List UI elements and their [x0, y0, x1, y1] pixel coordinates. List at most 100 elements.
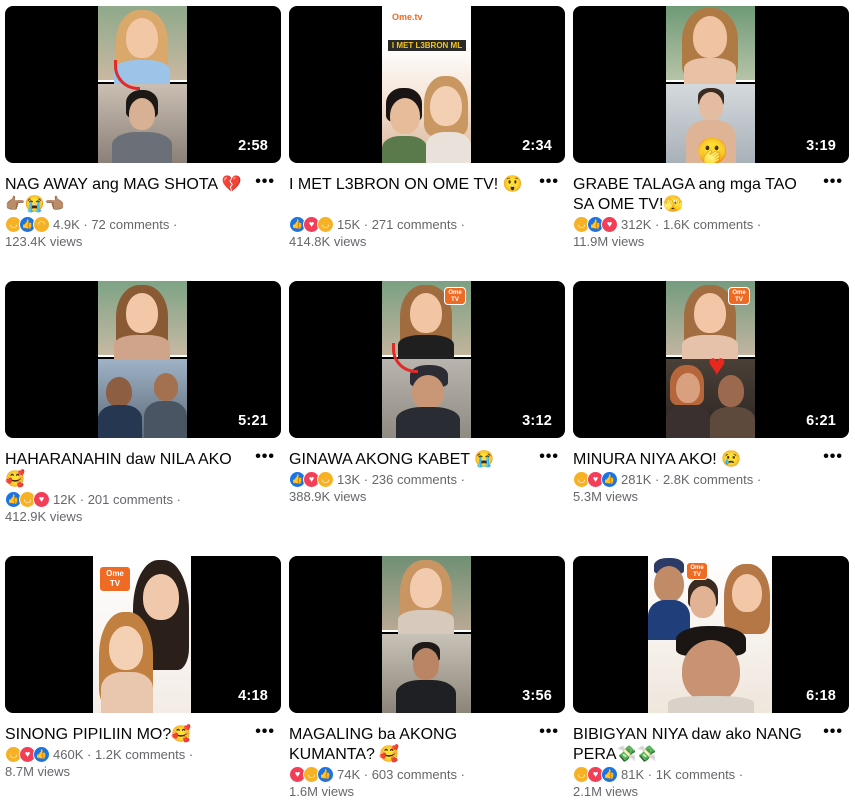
haha-reaction-icon: ◡: [317, 215, 334, 233]
reaction-count[interactable]: 15K: [337, 217, 360, 232]
video-title[interactable]: NAG AWAY ang MAG SHOTA 💔👉🏽😭👈🏽: [5, 175, 250, 215]
view-count: 1.6M views: [289, 784, 355, 799]
thumbnail-image: 🫢: [666, 6, 755, 163]
video-title[interactable]: I MET L3BRON ON OME TV! 😲: [289, 175, 534, 195]
video-duration: 6:18: [806, 688, 836, 704]
comment-count[interactable]: 271 comments: [372, 217, 457, 232]
video-title[interactable]: GINAWA AKONG KABET 😭: [289, 450, 534, 470]
reaction-icons: ♥ ◡ 👍: [289, 765, 334, 783]
video-card[interactable]: 🫢 3:19 GRABE TALAGA ang mga TAO SA OME T…: [573, 6, 849, 251]
thumbnail-image: [382, 556, 471, 713]
video-thumbnail[interactable]: Ome TV 4:18: [5, 556, 281, 713]
video-duration: 3:12: [522, 413, 552, 429]
more-options-icon[interactable]: •••: [255, 723, 275, 741]
video-duration: 2:58: [238, 138, 268, 154]
video-thumbnail[interactable]: 2:58: [5, 6, 281, 163]
comment-count[interactable]: 1.6K comments: [663, 217, 753, 232]
reaction-count[interactable]: 74K: [337, 767, 360, 782]
reaction-count[interactable]: 4.9K: [53, 217, 80, 232]
reaction-icons: 👍 ◡ ♥: [5, 490, 50, 508]
video-thumbnail[interactable]: 🫢 3:19: [573, 6, 849, 163]
view-count: 414.8K views: [289, 234, 367, 249]
more-options-icon[interactable]: •••: [539, 173, 559, 191]
video-stats: 👍 ◡ ♥ 12K · 201 comments ·: [5, 490, 281, 508]
like-reaction-icon: 👍: [317, 765, 334, 783]
more-options-icon[interactable]: •••: [255, 448, 275, 466]
video-stats: ♥ ◡ 👍 74K · 603 comments ·: [289, 765, 565, 783]
thumbnail-image: Ome TV: [648, 556, 772, 713]
video-card[interactable]: 2:58 NAG AWAY ang MAG SHOTA 💔👉🏽😭👈🏽 ••• ◡…: [5, 6, 281, 251]
video-duration: 2:34: [522, 138, 552, 154]
video-card[interactable]: 3:56 MAGALING ba AKONG KUMANTA? 🥰 ••• ♥ …: [289, 556, 565, 801]
video-title[interactable]: MAGALING ba AKONG KUMANTA? 🥰: [289, 725, 534, 765]
thumbnail-image: Ome TV ♥: [666, 281, 755, 438]
view-count: 5.3M views: [573, 489, 639, 504]
video-card[interactable]: Ome TV ♥ 6:21 MINURA NIYA AKO! 😢 ••• ◡ ♥…: [573, 281, 849, 506]
video-title[interactable]: SINONG PIPILIIN MO?🥰: [5, 725, 250, 745]
video-thumbnail[interactable]: Ome.tv I MET L3BRON ML 2:34: [289, 6, 565, 163]
video-thumbnail[interactable]: 5:21: [5, 281, 281, 438]
love-reaction-icon: ♥: [33, 490, 50, 508]
reaction-icons: ◡ 👍 ◠: [5, 215, 50, 233]
reaction-icons: ◡ 👍 ♥: [573, 215, 618, 233]
comment-count[interactable]: 72 comments: [91, 217, 169, 232]
view-count: 11.9M views: [573, 234, 645, 249]
thumbnail-image: Ome TV: [93, 556, 191, 713]
video-stats: ◡ ♥ 👍 81K · 1K comments ·: [573, 765, 849, 783]
comment-count[interactable]: 603 comments: [372, 767, 457, 782]
ome-tv-logo: Ome TV: [99, 566, 131, 592]
video-title[interactable]: GRABE TALAGA ang mga TAO SA OME TV!🫣: [573, 175, 818, 215]
view-count: 412.9K views: [5, 509, 83, 524]
more-options-icon[interactable]: •••: [539, 448, 559, 466]
reaction-count[interactable]: 81K: [621, 767, 644, 782]
video-title[interactable]: HAHARANAHIN daw NILA AKO 🥰: [5, 450, 250, 490]
video-card[interactable]: Ome TV 3:12 GINAWA AKONG KABET 😭 ••• 👍 ♥…: [289, 281, 565, 506]
video-duration: 3:19: [806, 138, 836, 154]
thumbnail-image: Ome.tv I MET L3BRON ML: [382, 6, 471, 163]
video-thumbnail[interactable]: Ome TV 6:18: [573, 556, 849, 713]
thumbnail-caption: I MET L3BRON ML: [388, 40, 466, 51]
video-title[interactable]: BIBIGYAN NIYA daw ako NANG PERA💸💸: [573, 725, 818, 765]
reaction-count[interactable]: 312K: [621, 217, 651, 232]
video-card[interactable]: Ome.tv I MET L3BRON ML 2:34 I MET L3BRON…: [289, 6, 565, 251]
comment-count[interactable]: 1K comments: [656, 767, 735, 782]
reaction-icons: ◡ ♥ 👍: [573, 765, 618, 783]
view-count: 123.4K views: [5, 234, 83, 249]
comment-count[interactable]: 201 comments: [88, 492, 173, 507]
more-options-icon[interactable]: •••: [823, 723, 843, 741]
reaction-icons: 👍 ♥ ◡: [289, 215, 334, 233]
love-reaction-icon: ♥: [601, 215, 618, 233]
more-options-icon[interactable]: •••: [823, 448, 843, 466]
video-card[interactable]: 5:21 HAHARANAHIN daw NILA AKO 🥰 ••• 👍 ◡ …: [5, 281, 281, 526]
video-duration: 5:21: [238, 413, 268, 429]
view-count: 2.1M views: [573, 784, 639, 799]
view-count: 388.9K views: [289, 489, 367, 504]
video-title[interactable]: MINURA NIYA AKO! 😢: [573, 450, 818, 470]
video-thumbnail[interactable]: 3:56: [289, 556, 565, 713]
ome-tv-logo: Ome TV: [686, 562, 708, 580]
ome-tv-logo: Ome TV: [444, 287, 466, 305]
video-stats: ◡ 👍 ♥ 312K · 1.6K comments ·: [573, 215, 849, 233]
more-options-icon[interactable]: •••: [823, 173, 843, 191]
thumbnail-image: Ome TV: [382, 281, 471, 438]
video-card[interactable]: Ome TV 6:18 BIBIGYAN NIYA daw ako NANG P…: [573, 556, 849, 801]
like-reaction-icon: 👍: [601, 765, 618, 783]
heart-icon: ♥: [708, 349, 726, 382]
video-duration: 4:18: [238, 688, 268, 704]
thumbnail-brand: Ome.tv: [392, 12, 423, 22]
video-duration: 3:56: [522, 688, 552, 704]
video-stats: 👍 ♥ ◡ 15K · 271 comments ·: [289, 215, 565, 233]
video-thumbnail[interactable]: Ome TV ♥ 6:21: [573, 281, 849, 438]
reaction-count[interactable]: 12K: [53, 492, 76, 507]
video-stats: ◡ 👍 ◠ 4.9K · 72 comments ·: [5, 215, 281, 233]
video-card[interactable]: Ome TV 4:18 SINONG PIPILIIN MO?🥰 ••• ◡ ♥…: [5, 556, 281, 781]
more-options-icon[interactable]: •••: [539, 723, 559, 741]
sad-reaction-icon: ◠: [33, 215, 50, 233]
thumbnail-image: [98, 6, 187, 163]
view-count: 8.7M views: [5, 764, 71, 779]
video-duration: 6:21: [806, 413, 836, 429]
more-options-icon[interactable]: •••: [255, 173, 275, 191]
ome-tv-logo: Ome TV: [728, 287, 750, 305]
thumbnail-image: [98, 281, 187, 438]
video-thumbnail[interactable]: Ome TV 3:12: [289, 281, 565, 438]
